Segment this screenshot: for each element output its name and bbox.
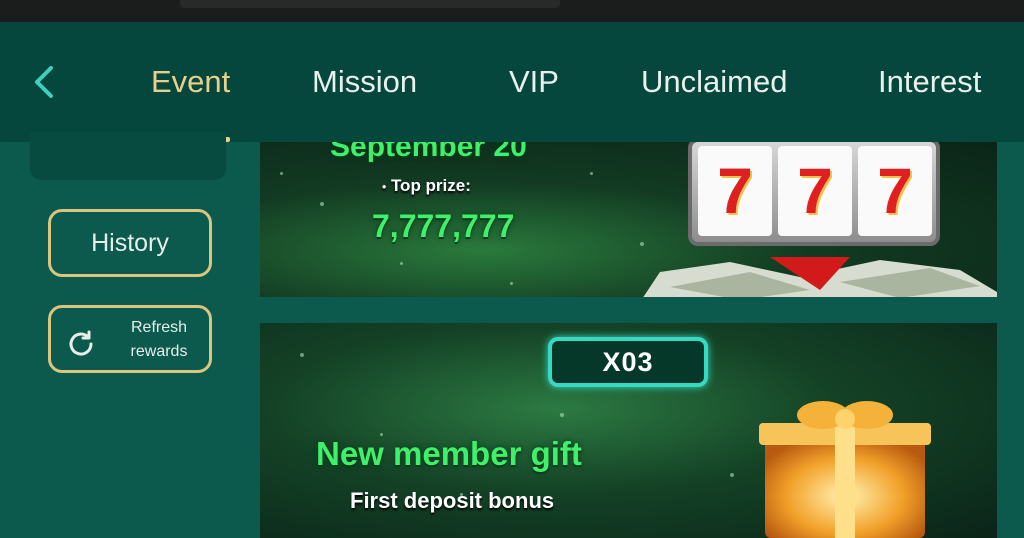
tab-unclaimed[interactable]: Unclaimed — [641, 60, 787, 104]
back-button[interactable] — [24, 60, 64, 104]
status-notch — [180, 0, 560, 8]
slot-digit-2: 7 — [797, 155, 833, 227]
slot-machine-image: 7 7 7 — [688, 142, 940, 246]
tab-mission[interactable]: Mission — [312, 60, 417, 104]
sidebar-card — [30, 132, 226, 180]
tab-interest[interactable]: Interest — [878, 60, 981, 104]
gift-box-icon — [759, 401, 931, 538]
history-button[interactable]: History — [48, 209, 212, 277]
prize-amount: 7,777,777 — [372, 208, 515, 244]
gift-title: New member gift — [316, 435, 582, 472]
refresh-label-line1: Refresh — [130, 319, 188, 336]
refresh-label-line2: rewards — [130, 343, 188, 360]
multiplier-text: X03 — [602, 346, 654, 377]
slot-digit-3: 7 — [877, 155, 913, 227]
cash-pile-image — [643, 257, 997, 297]
tab-event[interactable]: Event — [151, 60, 230, 104]
lottery-banner[interactable]: September 20 • Top prize: 7,777,777 7 7 … — [260, 142, 997, 297]
gift-subtitle: First deposit bonus — [350, 488, 555, 513]
top-navigation-bar: Event Mission VIP Unclaimed Interest — [0, 22, 1024, 142]
lottery-date: September 20 — [330, 142, 527, 163]
tab-vip[interactable]: VIP — [509, 60, 559, 104]
prize-caption-text: Top prize: — [390, 176, 471, 195]
refresh-rewards-button[interactable]: Refresh rewards — [48, 305, 212, 373]
slot-digit-1: 7 — [717, 155, 753, 227]
refresh-rewards-label: Refresh rewards — [113, 316, 205, 364]
refresh-icon — [69, 330, 93, 356]
chevron-left-icon — [35, 66, 53, 98]
prize-caption: • Top prize: — [382, 176, 471, 195]
status-strip — [0, 0, 1024, 22]
multiplier-badge: X03 — [548, 337, 708, 387]
history-button-label: History — [91, 228, 169, 257]
